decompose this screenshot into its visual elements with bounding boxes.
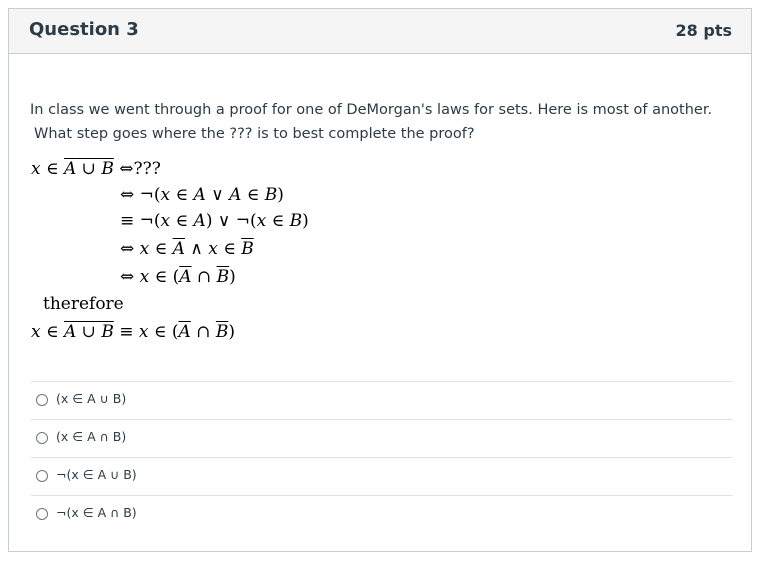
proof-line-4: ⇔ x ∈ A ∧ x ∈ B: [120, 239, 254, 259]
proof-line-1: x ∈ A ∪ B ⇔???: [31, 159, 161, 179]
answer-label[interactable]: ¬(x ∈ A ∪ B): [56, 467, 137, 482]
answer-option-4[interactable]: ¬(x ∈ A ∩ B): [31, 495, 733, 533]
question-header: Question 3 28 pts: [9, 9, 751, 54]
radio-button[interactable]: [36, 470, 48, 482]
proof-line-3: ≡ ¬(x ∈ A) ∨ ¬(x ∈ B): [120, 211, 309, 231]
radio-button[interactable]: [36, 394, 48, 406]
question-card: Question 3 28 pts In class we went throu…: [8, 8, 752, 552]
answer-list: (x ∈ A ∪ B) (x ∈ A ∩ B) ¬(x ∈ A ∪ B) ¬(x…: [31, 381, 733, 533]
answer-label[interactable]: (x ∈ A ∪ B): [56, 391, 126, 406]
prompt-line-1: In class we went through a proof for one…: [30, 102, 713, 118]
answer-option-3[interactable]: ¬(x ∈ A ∪ B): [31, 457, 733, 495]
proof-line-5: ⇔ x ∈ (A ∩ B): [120, 267, 236, 287]
proof-conclusion: x ∈ A ∪ B ≡ x ∈ (A ∩ B): [31, 322, 236, 342]
answer-option-1[interactable]: (x ∈ A ∪ B): [31, 381, 733, 419]
proof-therefore: therefore: [43, 294, 124, 314]
answer-label[interactable]: (x ∈ A ∩ B): [56, 429, 126, 444]
question-points: 28 pts: [675, 21, 732, 40]
radio-button[interactable]: [36, 432, 48, 444]
question-prompt: In class we went through a proof for one…: [30, 98, 730, 146]
proof-line-2: ⇔ ¬(x ∈ A ∨ A ∈ B): [120, 185, 284, 205]
answer-label[interactable]: ¬(x ∈ A ∩ B): [56, 505, 137, 520]
radio-button[interactable]: [36, 508, 48, 520]
question-title: Question 3: [29, 19, 139, 40]
answer-option-2[interactable]: (x ∈ A ∩ B): [31, 419, 733, 457]
prompt-line-2: What step goes where the ??? is to best …: [34, 126, 475, 142]
